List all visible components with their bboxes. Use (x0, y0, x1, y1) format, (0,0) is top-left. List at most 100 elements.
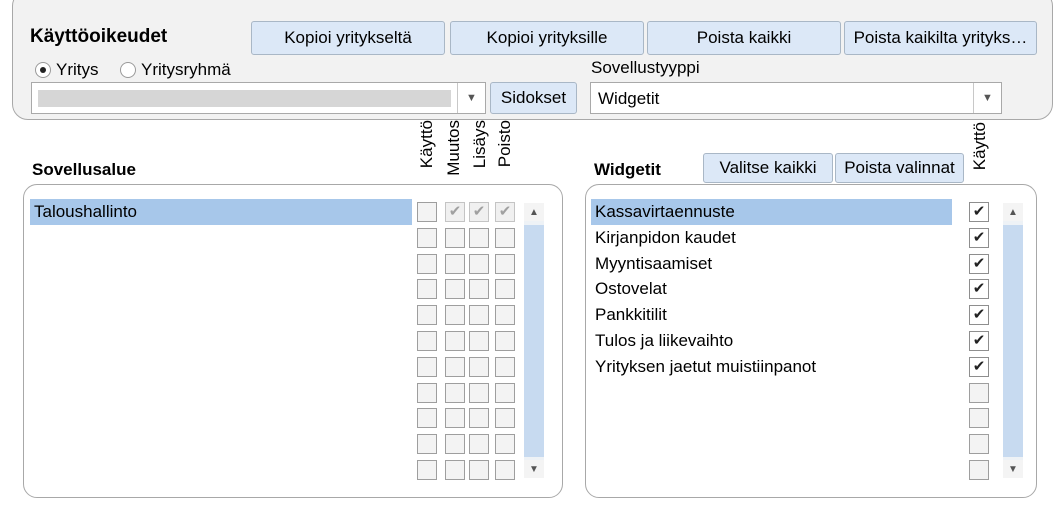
table-row[interactable] (30, 302, 412, 328)
permission-checkbox[interactable] (445, 382, 465, 403)
widget-use-checkbox[interactable]: ✔ (969, 356, 989, 377)
table-row[interactable]: Taloushallinto (30, 199, 412, 225)
permission-checkbox[interactable] (495, 434, 515, 455)
checkmark-icon (470, 229, 488, 247)
areas-column-delete: Poisto (495, 120, 514, 168)
widget-use-checkbox[interactable]: ✔ (969, 253, 989, 274)
company-radio[interactable] (35, 62, 51, 78)
permission-checkbox[interactable] (495, 305, 515, 326)
list-item[interactable]: Kassavirtaennuste (591, 199, 952, 225)
table-row[interactable] (30, 380, 412, 406)
table-row[interactable] (30, 328, 412, 354)
company-select[interactable]: ▼ (31, 82, 486, 114)
checkmark-icon: ✔ (448, 203, 462, 220)
widget-use-checkbox[interactable] (969, 408, 989, 429)
checkmark-icon (470, 435, 488, 453)
permission-checkbox[interactable] (445, 356, 465, 377)
table-row[interactable] (30, 225, 412, 251)
permission-checkbox[interactable] (445, 227, 465, 248)
permission-checkbox[interactable] (469, 227, 489, 248)
company-group-radio[interactable] (120, 62, 136, 78)
list-item[interactable]: Kirjanpidon kaudet (591, 225, 952, 251)
permission-checkbox[interactable] (417, 408, 437, 429)
permission-checkbox[interactable] (495, 408, 515, 429)
permission-checkbox[interactable] (495, 253, 515, 274)
widget-use-checkbox[interactable]: ✔ (969, 227, 989, 248)
permission-checkbox[interactable] (445, 253, 465, 274)
widget-use-checkbox[interactable] (969, 434, 989, 455)
permission-checkbox[interactable] (469, 460, 489, 480)
permission-checkbox[interactable] (417, 434, 437, 455)
permission-checkbox[interactable] (469, 434, 489, 455)
select-all-button[interactable]: Valitse kaikki (703, 153, 833, 183)
permission-checkbox[interactable] (417, 356, 437, 377)
clear-selection-button[interactable]: Poista valinnat (835, 153, 964, 183)
list-item[interactable] (591, 405, 952, 431)
areas-scroll-thumb[interactable] (524, 225, 544, 457)
list-item[interactable]: Ostovelat (591, 276, 952, 302)
copy-to-companies-button[interactable]: Kopioi yrityksille (450, 21, 644, 55)
list-item[interactable] (591, 431, 952, 457)
permission-checkbox[interactable] (445, 279, 465, 300)
permission-checkbox[interactable] (417, 227, 437, 248)
permission-checkbox[interactable] (495, 279, 515, 300)
widget-use-checkbox[interactable]: ✔ (969, 279, 989, 300)
widgets-scrollbar[interactable]: ▲ ▼ (1003, 203, 1023, 478)
widget-use-checkbox[interactable] (969, 460, 989, 480)
permission-checkbox[interactable] (445, 331, 465, 351)
permission-checkbox[interactable] (417, 460, 437, 480)
areas-scrollbar[interactable]: ▲ ▼ (524, 203, 544, 478)
scroll-up-arrow-icon[interactable]: ▲ (1003, 203, 1023, 221)
list-item[interactable]: Yrityksen jaetut muistiinpanot (591, 354, 952, 380)
remove-all-from-companies-button[interactable]: Poista kaikilta yrityks… (844, 21, 1037, 55)
list-item[interactable]: Myyntisaamiset (591, 251, 952, 277)
copy-from-company-button[interactable]: Kopioi yritykseltä (251, 21, 445, 55)
remove-all-button[interactable]: Poista kaikki (647, 21, 841, 55)
table-row[interactable] (30, 354, 412, 380)
permission-checkbox[interactable] (417, 305, 437, 326)
permission-checkbox[interactable] (469, 408, 489, 429)
list-item[interactable] (591, 457, 952, 483)
widget-use-checkbox[interactable]: ✔ (969, 331, 989, 351)
permission-checkbox[interactable] (417, 202, 437, 222)
permission-checkbox[interactable] (445, 305, 465, 326)
chevron-down-icon[interactable]: ▼ (457, 83, 485, 113)
permission-checkbox[interactable] (469, 305, 489, 326)
permission-checkbox[interactable] (469, 331, 489, 351)
list-item[interactable]: Pankkitilit (591, 302, 952, 328)
permission-checkbox[interactable] (417, 382, 437, 403)
permission-checkbox[interactable] (445, 460, 465, 480)
permission-checkbox[interactable] (417, 253, 437, 274)
permission-checkbox[interactable] (417, 331, 437, 351)
table-row[interactable] (30, 457, 412, 483)
widget-use-checkbox[interactable]: ✔ (969, 305, 989, 326)
permission-checkbox[interactable] (469, 279, 489, 300)
table-row[interactable] (30, 405, 412, 431)
permission-checkbox[interactable] (445, 408, 465, 429)
permission-checkbox[interactable] (469, 382, 489, 403)
scroll-down-arrow-icon[interactable]: ▼ (524, 460, 544, 478)
list-item[interactable]: Tulos ja liikevaihto (591, 328, 952, 354)
permission-checkbox[interactable] (417, 279, 437, 300)
table-row[interactable] (30, 251, 412, 277)
app-type-select[interactable]: Widgetit ▼ (590, 82, 1002, 114)
bindings-button[interactable]: Sidokset (490, 82, 577, 114)
table-row[interactable] (30, 276, 412, 302)
list-item[interactable] (591, 380, 952, 406)
chevron-down-icon[interactable]: ▼ (973, 83, 1001, 113)
widget-use-checkbox[interactable] (969, 382, 989, 403)
checkmark-icon (470, 358, 488, 376)
permission-checkbox[interactable] (495, 331, 515, 351)
permission-checkbox[interactable] (495, 460, 515, 480)
permission-checkbox[interactable] (495, 382, 515, 403)
widget-use-checkbox[interactable]: ✔ (969, 202, 989, 222)
permission-checkbox[interactable] (445, 434, 465, 455)
permission-checkbox[interactable] (495, 356, 515, 377)
table-row[interactable] (30, 431, 412, 457)
permission-checkbox[interactable] (495, 227, 515, 248)
scroll-up-arrow-icon[interactable]: ▲ (524, 203, 544, 221)
permission-checkbox[interactable] (469, 253, 489, 274)
scroll-down-arrow-icon[interactable]: ▼ (1003, 460, 1023, 478)
widgets-scroll-thumb[interactable] (1003, 225, 1023, 457)
permission-checkbox[interactable] (469, 356, 489, 377)
